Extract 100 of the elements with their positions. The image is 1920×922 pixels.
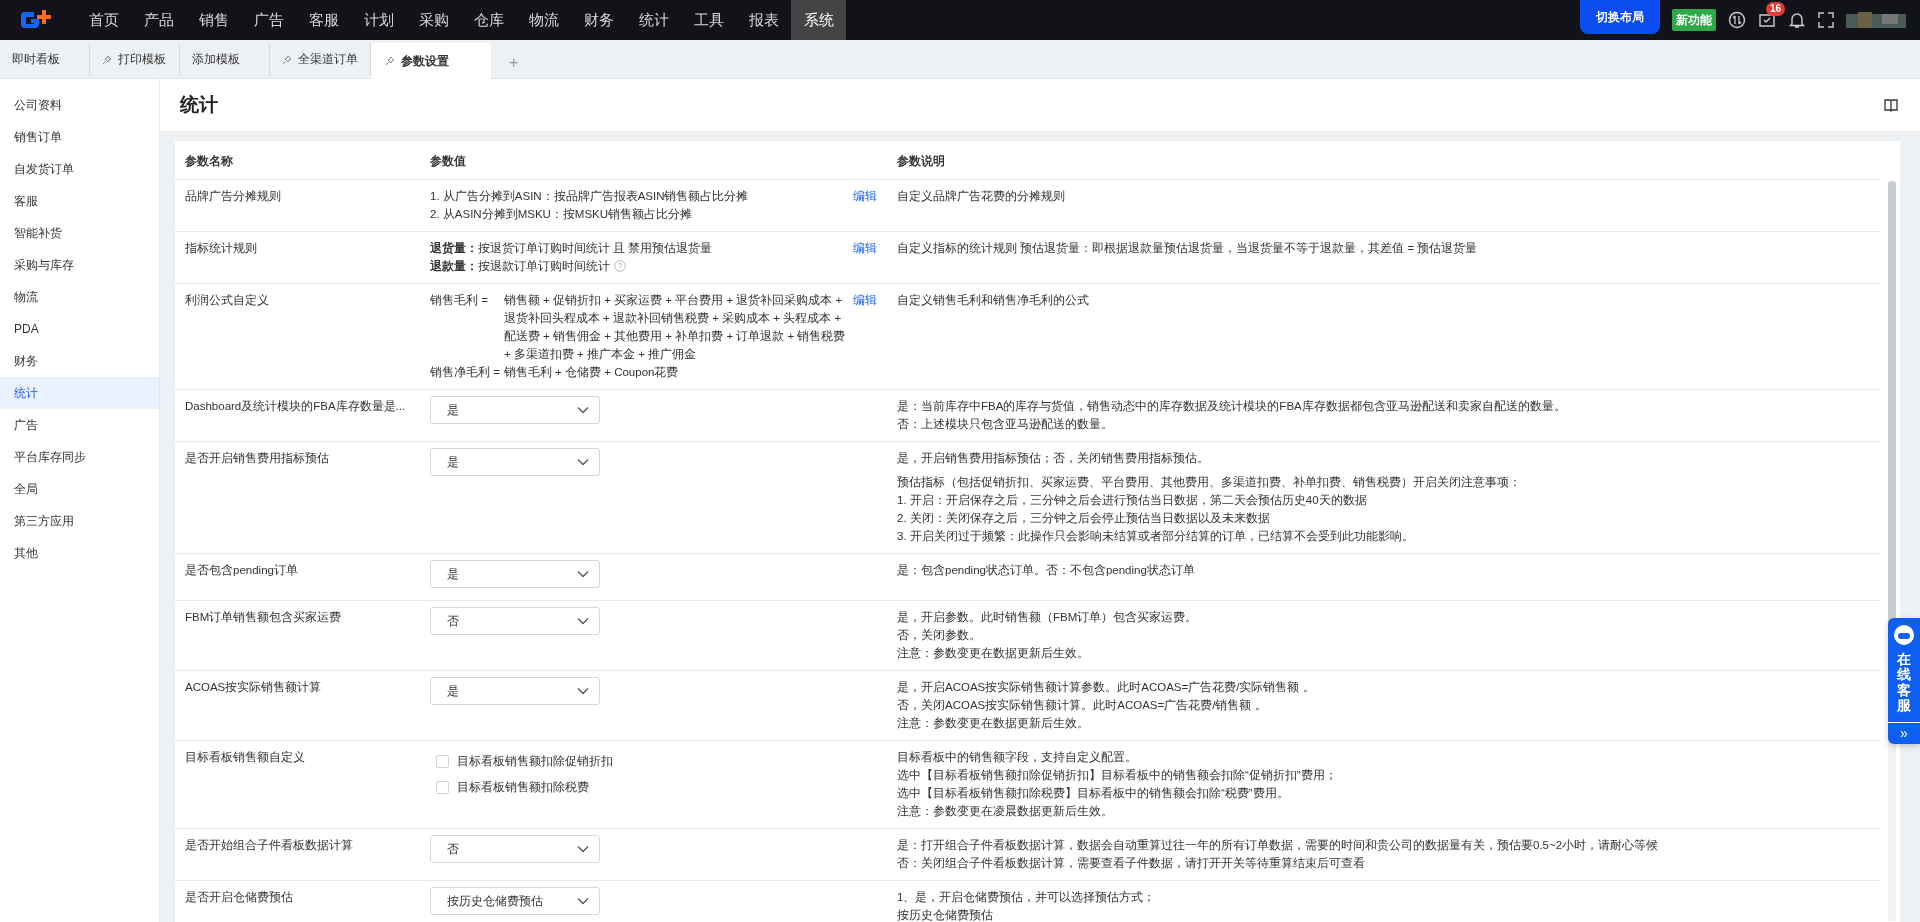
nav-menu-item[interactable]: 产品 [131,0,186,40]
description-text: 是：当前库存中FBA的库存与货值，销售动态中的库存数据及统计模块的FBA库存数据都包含亚马逊配送和卖家自配送的数量。 [897,399,1567,414]
description-text: 自定义指标的统计规则 预估退货量：即根据退款量预估退货量，当退货量不等于退款量，其差值 = 预估退货量 [897,241,1479,256]
select-field[interactable]: 是 [430,448,600,476]
formula-term: 销售毛利 = [430,293,489,308]
tab[interactable]: 参数设置 [371,43,491,79]
book-icon[interactable] [1884,98,1898,112]
checkbox-label: 目标看板销售额扣除促销折扣 [457,754,613,769]
description-text: 1、是，开启仓储费预估，并可以选择预估方式； [897,890,1157,905]
select-field[interactable]: 是 [430,396,600,424]
tab[interactable]: 打印模板 [90,43,180,76]
sidebar-item[interactable]: 客服 [0,185,159,217]
parameter-name: Dashboard及统计模块的FBA库存数量是... [185,399,407,414]
nav-menu-item[interactable]: 报表 [736,0,791,40]
sidebar-item[interactable]: 广告 [0,409,159,441]
formula-term: 销售净毛利 = [430,365,500,380]
description-text: 是，开启ACOAS按实际销售额计算参数。此时ACOAS=广告花费/实际销售额 。 [897,680,1316,695]
parameter-name: 目标看板销售额自定义 [185,750,306,765]
sidebar-item[interactable]: 其他 [0,537,159,569]
description-text: 否，关闭参数。 [897,628,982,643]
select-field[interactable]: 否 [430,835,600,863]
chevron-down-icon [577,406,589,414]
parameter-name: FBM订单销售额包含买家运费 [185,610,343,625]
page-title: 统计 [180,93,218,117]
nav-menu-item[interactable]: 客服 [296,0,351,40]
description-text: 选中【目标看板销售额扣除税费】目标看板中的销售额会扣除“税费”费用。 [897,786,1290,801]
nav-menu-item[interactable]: 统计 [626,0,681,40]
column-header: 参数值 [430,154,467,169]
description-text: 目标看板中的销售额字段，支持自定义配置。 [897,750,1138,765]
nav-menu-item[interactable]: 销售 [186,0,241,40]
avatar-icon [1846,10,1906,30]
parameter-value: 1. 从广告分摊到ASIN：按品牌广告报表ASIN销售额占比分摊 [430,189,749,204]
description-text: 否：上述模块只包含亚马逊配送的数量。 [897,417,1114,432]
fullscreen-icon [1818,12,1834,28]
sidebar-item[interactable]: 第三方应用 [0,505,159,537]
nav-menu-item[interactable]: 系统 [791,0,846,40]
sidebar-item[interactable]: 财务 [0,345,159,377]
sidebar-item[interactable]: 采购与库存 [0,249,159,281]
edit-link[interactable]: 编辑 [853,190,877,202]
nav-menu-item[interactable]: 采购 [406,0,461,40]
nav-menu-item[interactable]: 广告 [241,0,296,40]
description-text: 是，开启销售费用指标预估；否，关闭销售费用指标预估。 [897,451,1210,466]
pin-icon [282,54,292,65]
formula-expression: 销售毛利 + 仓储费 + Coupon花费 [503,365,680,380]
parameter-name: 是否开始组合子件看板数据计算 [185,838,354,853]
chevron-down-icon [577,617,589,625]
sidebar-item[interactable]: PDA [0,313,159,345]
description-text: 自定义品牌广告花费的分摊规则 [897,189,1066,204]
checkbox[interactable] [436,780,449,794]
chevron-down-icon [577,897,589,905]
chevron-down-icon [577,687,589,695]
edit-link[interactable]: 编辑 [853,294,877,306]
select-field[interactable]: 是 [430,677,600,705]
description-text: 否，关闭ACOAS按实际销售额计算。此时ACOAS=广告花费/销售额 。 [897,698,1268,713]
description-text: 注意：参数变更在数据更新后生效。 [897,646,1090,661]
chevron-down-icon [577,458,589,466]
task-icon [1758,11,1776,29]
description-text: 自定义销售毛利和销售净毛利的公式 [897,293,1090,308]
column-header: 参数名称 [185,154,234,169]
swap-icon [1728,11,1746,29]
sidebar-item[interactable]: 统计 [0,377,159,409]
parameter-value: 2. 从ASIN分摊到MSKU：按MSKU销售额占比分摊 [430,207,693,222]
parameter-value: 退款量：按退款订单订购时间统计 [430,259,610,274]
sidebar-item[interactable]: 平台库存同步 [0,441,159,473]
sidebar-item[interactable]: 公司资料 [0,89,159,121]
description-text: 3. 开启关闭过于频繁：此操作只会影响未结算或者部分结算的订单，已结算不会受到此功能影响。 [897,529,1415,544]
parameter-name: 指标统计规则 [185,241,258,256]
parameter-name: 是否开启销售费用指标预估 [185,451,330,466]
nav-menu-item[interactable]: 计划 [351,0,406,40]
nav-menu-item[interactable]: 工具 [681,0,736,40]
chevron-down-icon [577,845,589,853]
nav-menu-item[interactable]: 仓库 [461,0,516,40]
column-header: 参数说明 [897,154,946,169]
expand-button[interactable]: » [1888,721,1920,744]
select-field[interactable]: 是 [430,560,600,588]
nav-menu-item[interactable]: 首页 [76,0,131,40]
nav-menu-item[interactable]: 物流 [516,0,571,40]
nav-menu-item[interactable]: 财务 [571,0,626,40]
support-popup[interactable]: 在线客服 » [1888,618,1920,744]
description-text: 按历史仓储费预估 [897,908,994,922]
sidebar-item[interactable]: 全局 [0,473,159,505]
sidebar-item[interactable]: 销售订单 [0,121,159,153]
tab[interactable]: 即时看板 [0,43,90,76]
description-text: 是：包含pending状态订单。否：不包含pending状态订单 [897,563,1196,578]
bell-icon [1788,11,1806,29]
select-field[interactable]: 按历史仓储费预估 [430,887,600,915]
sidebar-item[interactable]: 智能补货 [0,217,159,249]
switch-layout-button[interactable]: 切换布局 [1580,0,1660,34]
notification-badge: 16 [1766,2,1786,16]
sidebar-item[interactable]: 自发货订单 [0,153,159,185]
parameter-name: ACOAS按实际销售额计算 [185,680,323,695]
online-service-label: 在线客服 [1897,650,1911,716]
description-text: 注意：参数变更在凌晨数据更新后生效。 [897,804,1114,819]
sidebar-item[interactable]: 物流 [0,281,159,313]
select-field[interactable]: 否 [430,607,600,635]
edit-link[interactable]: 编辑 [853,242,877,254]
description-text: 2. 关闭：关闭保存之后，三分钟之后会停止预估当日数据以及未来数据 [897,511,1271,526]
tab[interactable]: 添加模板 [180,43,270,76]
checkbox[interactable] [436,754,449,768]
description-text: 是：打开组合子件看板数据计算，数据会自动重算过往一年的所有订单数据，需要的时间和贵公司的数据量有关，预估要0.5~2小时，请耐心等候 [897,838,1660,853]
